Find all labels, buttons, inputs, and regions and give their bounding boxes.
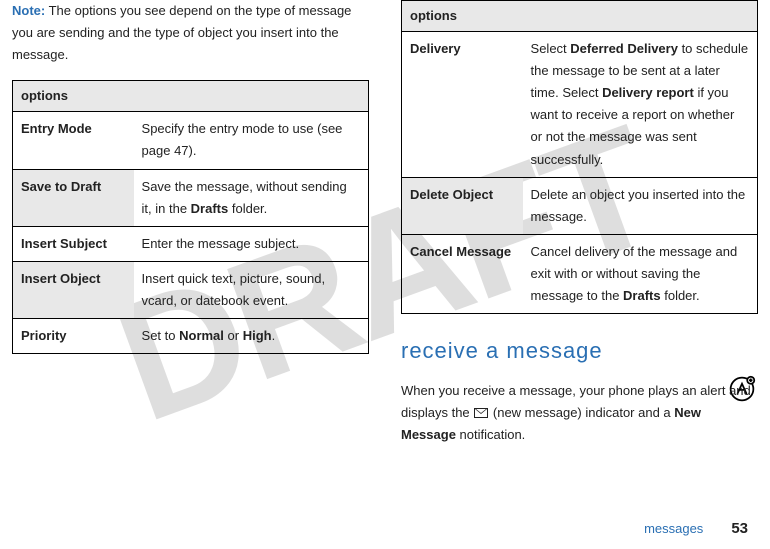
row-key: Save to Draft <box>13 169 134 226</box>
left-column: Note: The options you see depend on the … <box>12 0 369 446</box>
row-value: Cancel delivery of the message and exit … <box>523 234 758 313</box>
row-key: Insert Object <box>13 261 134 318</box>
envelope-icon <box>474 408 488 418</box>
footer-section: messages <box>644 521 703 536</box>
table-row: Cancel Message Cancel delivery of the me… <box>402 234 758 313</box>
right-table-header: options <box>402 1 758 32</box>
row-key: Delete Object <box>402 177 523 234</box>
row-value: Delete an object you inserted into the m… <box>523 177 758 234</box>
left-table-header: options <box>13 81 369 112</box>
row-key: Cancel Message <box>402 234 523 313</box>
row-value: Specify the entry mode to use (see page … <box>134 112 369 169</box>
footer-page-number: 53 <box>731 520 748 537</box>
table-row: Insert Subject Enter the message subject… <box>13 226 369 261</box>
table-row: Priority Set to Normal or High. <box>13 319 369 354</box>
note-text: The options you see depend on the type o… <box>12 3 351 62</box>
table-row: Save to Draft Save the message, without … <box>13 169 369 226</box>
table-row: Entry Mode Specify the entry mode to use… <box>13 112 369 169</box>
row-value: Select Deferred Delivery to schedule the… <box>523 32 758 178</box>
receive-body: When you receive a message, your phone p… <box>401 380 758 446</box>
row-value: Enter the message subject. <box>134 226 369 261</box>
note-label: Note: <box>12 3 45 18</box>
row-key: Delivery <box>402 32 523 178</box>
right-column: options Delivery Select Deferred Deliver… <box>401 0 758 446</box>
left-options-table: options Entry Mode Specify the entry mod… <box>12 80 369 354</box>
table-row: Insert Object Insert quick text, picture… <box>13 261 369 318</box>
note-paragraph: Note: The options you see depend on the … <box>12 0 369 66</box>
row-key: Priority <box>13 319 134 354</box>
page-footer: messages 53 <box>644 516 748 542</box>
row-value: Set to Normal or High. <box>134 319 369 354</box>
table-row: Delete Object Delete an object you inser… <box>402 177 758 234</box>
right-options-table: options Delivery Select Deferred Deliver… <box>401 0 758 314</box>
row-key: Entry Mode <box>13 112 134 169</box>
row-value: Insert quick text, picture, sound, vcard… <box>134 261 369 318</box>
section-heading-receive: receive a message <box>401 332 758 369</box>
row-key: Insert Subject <box>13 226 134 261</box>
page-columns: Note: The options you see depend on the … <box>0 0 770 446</box>
table-row: Delivery Select Deferred Delivery to sch… <box>402 32 758 178</box>
row-value: Save the message, without sending it, in… <box>134 169 369 226</box>
